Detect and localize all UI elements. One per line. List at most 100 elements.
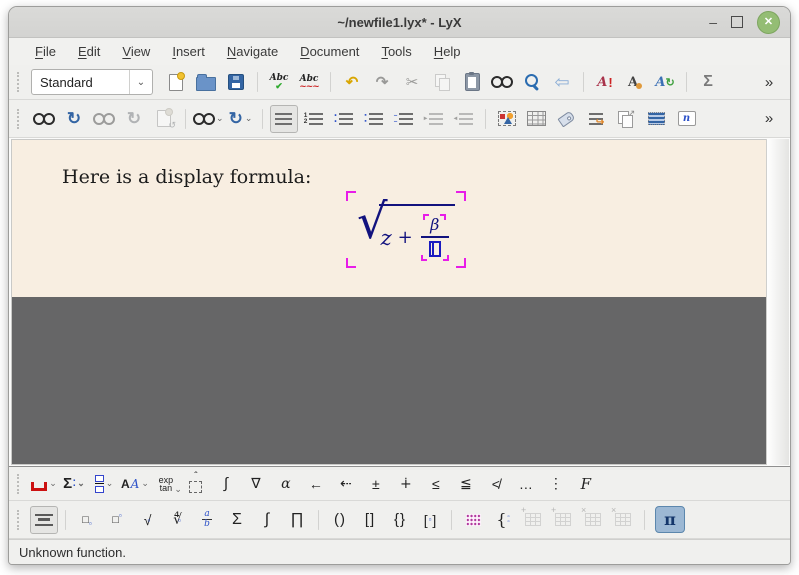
symbol-leq-button[interactable]: ≤ (422, 470, 450, 498)
toolbar-overflow-button[interactable]: » (755, 68, 783, 96)
view-master-button[interactable] (90, 105, 118, 133)
display-formula-toggle-button[interactable] (30, 506, 58, 534)
symbol-ldots-button[interactable]: … (512, 470, 540, 498)
sum-button[interactable]: Σ (223, 506, 251, 534)
toolbar-grip[interactable] (17, 72, 23, 92)
update-other-formats-button[interactable]: ↻ ⌄ (227, 105, 255, 133)
math-panel-toggle-button[interactable]: π (655, 506, 685, 533)
paste-button[interactable] (458, 68, 486, 96)
cases-button[interactable]: { ▫ ▫ (489, 506, 517, 534)
description-list-button[interactable] (360, 105, 388, 133)
add-column-button[interactable]: + (549, 506, 577, 534)
symbol-nless-button[interactable]: ≮ (482, 470, 510, 498)
symbol-alpha-button[interactable]: α (272, 470, 300, 498)
symbol-nabla-button[interactable]: ∇ (242, 470, 270, 498)
menu-document[interactable]: Document (290, 41, 369, 62)
functions-menu-button[interactable]: exp tan ⌄ (152, 470, 180, 498)
insert-equation-button[interactable]: Σ (694, 68, 722, 96)
symbol-digamma-button[interactable]: F (572, 470, 600, 498)
toolbar-grip[interactable] (17, 510, 23, 530)
undo-button[interactable]: ↶ (338, 68, 366, 96)
parentheses-button[interactable]: () (326, 506, 354, 534)
labeled-list-button[interactable] (390, 105, 418, 133)
superscript-button[interactable]: □ ▫ (103, 506, 131, 534)
redo-button[interactable]: ↷ (368, 68, 396, 96)
nth-root-button[interactable]: ∜ ▫ (163, 506, 191, 534)
view-output-button[interactable] (30, 105, 58, 133)
braces-button[interactable]: {} (386, 506, 414, 534)
insert-table-button[interactable] (523, 105, 551, 133)
symbol-leqq-button[interactable]: ≦ (452, 470, 480, 498)
find-replace-button[interactable] (518, 68, 546, 96)
symbol-leftarrow-button[interactable]: ← (302, 470, 330, 498)
track-changes-button[interactable]: Abc (295, 68, 323, 96)
navigate-back-button[interactable]: ⇦ (548, 68, 576, 96)
new-document-button[interactable] (162, 68, 190, 96)
decoration-menu-button[interactable]: ˆ (182, 470, 210, 498)
add-row-button[interactable]: + (519, 506, 547, 534)
insert-citation-button[interactable]: ↗ (613, 105, 641, 133)
insert-graphics-button[interactable] (493, 105, 521, 133)
denominator[interactable] (421, 238, 449, 261)
save-document-button[interactable] (222, 68, 250, 96)
vertical-scrollbar[interactable] (766, 139, 789, 465)
cut-button[interactable]: ✂ (398, 68, 426, 96)
numbered-list-button[interactable] (300, 105, 328, 133)
increase-depth-button[interactable] (420, 105, 448, 133)
menu-navigate[interactable]: Navigate (217, 41, 288, 62)
view-other-formats-button[interactable]: ⌄ (193, 105, 225, 133)
close-button[interactable]: ✕ (757, 11, 780, 34)
empty-box-placeholder[interactable] (429, 241, 441, 257)
symbol-vdots-button[interactable]: ⋮ (542, 470, 570, 498)
menu-insert[interactable]: Insert (162, 41, 215, 62)
insert-nomenclature-button[interactable]: n (673, 105, 701, 133)
symbol-dotplus-button[interactable]: ∔ (392, 470, 420, 498)
revert-document-button[interactable]: ↺ (150, 105, 178, 133)
bullet-list-button[interactable] (330, 105, 358, 133)
toolbar-grip[interactable] (17, 109, 23, 129)
open-document-button[interactable] (192, 68, 220, 96)
symbol-dashed-leftarrow-button[interactable]: ⇠ (332, 470, 360, 498)
numerator[interactable]: β (423, 214, 446, 236)
insert-index-entry-button[interactable] (643, 105, 671, 133)
product-button[interactable]: ∏ (283, 506, 311, 534)
symbol-plusminus-button[interactable]: ± (362, 470, 390, 498)
menu-help[interactable]: Help (424, 41, 471, 62)
menu-tools[interactable]: Tools (371, 41, 421, 62)
big-operator-menu-button[interactable]: Σ ▪ ▪ ⌄ (60, 470, 88, 498)
delete-row-button[interactable]: × (579, 506, 607, 534)
delimiter-dialog-button[interactable]: [ ▫ ] (416, 506, 444, 534)
apply-style-button[interactable]: A ↻ (651, 68, 679, 96)
menu-file[interactable]: File (25, 41, 66, 62)
document-page[interactable]: Here is a display formula: √ z + (12, 140, 766, 297)
math-font-menu-button[interactable]: A A ⌄ (120, 470, 150, 498)
paragraph-layout-button[interactable] (270, 105, 298, 133)
integral-button[interactable]: ∫ (253, 506, 281, 534)
noun-button[interactable]: A (621, 68, 649, 96)
symbol-integral-button[interactable]: ∫ (212, 470, 240, 498)
fraction-button[interactable]: a b (193, 506, 221, 534)
emphasis-button[interactable]: A ! (591, 68, 619, 96)
maximize-button[interactable] (731, 16, 743, 28)
subscript-button[interactable]: □ ▫ (73, 506, 101, 534)
toolbar-grip[interactable] (17, 474, 23, 494)
fraction-menu-button[interactable]: ⌄ (90, 470, 118, 498)
update-master-button[interactable]: ↻ (120, 105, 148, 133)
math-inset[interactable]: √ z + β (346, 191, 466, 268)
delete-column-button[interactable]: × (609, 506, 637, 534)
brackets-button[interactable]: [] (356, 506, 384, 534)
find-button[interactable] (488, 68, 516, 96)
titlebar[interactable]: ~/newfile1.lyx* - LyX – ✕ (9, 7, 790, 38)
math-spacing-menu-button[interactable]: ⌄ (30, 470, 58, 498)
insert-cross-reference-button[interactable]: ↪ (583, 105, 611, 133)
paragraph-style-select[interactable]: Standard ⌄ (31, 69, 153, 95)
square-root-button[interactable]: √ ▫ (133, 506, 161, 534)
spellcheck-button[interactable]: Abc (265, 68, 293, 96)
minimize-button[interactable]: – (709, 14, 717, 30)
toolbar-overflow-button[interactable]: » (755, 105, 783, 133)
insert-label-button[interactable] (553, 105, 581, 133)
copy-button[interactable] (428, 68, 456, 96)
matrix-button[interactable] (459, 506, 487, 534)
decrease-depth-button[interactable] (450, 105, 478, 133)
update-output-button[interactable]: ↻ (60, 105, 88, 133)
